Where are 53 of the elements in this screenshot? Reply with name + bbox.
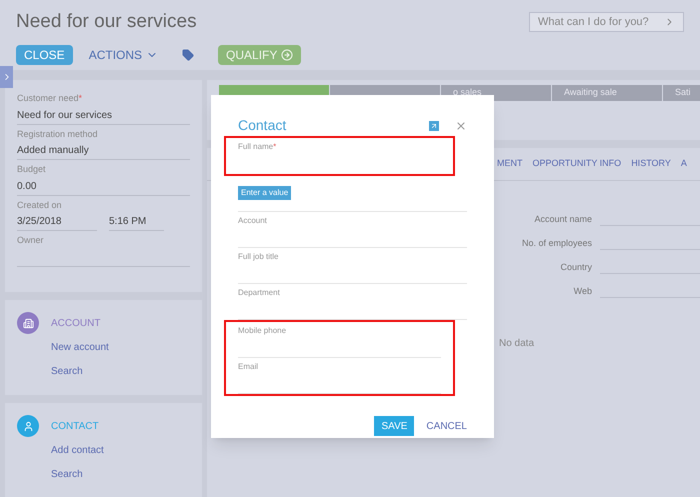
field-label: Customer need* [17, 92, 84, 105]
field-label: Full job title [238, 251, 280, 263]
field-label: Created on [17, 198, 63, 212]
stage-step[interactable]: Awaiting sale [552, 85, 662, 101]
input-field[interactable]: Account [238, 212, 467, 248]
field-value[interactable]: Added manually [17, 141, 190, 160]
field-value[interactable]: Need for our services [17, 106, 190, 124]
field-label: Country [559, 260, 592, 274]
tag-icon [182, 48, 194, 60]
actions-button[interactable]: ACTIONS [80, 44, 166, 64]
tab[interactable]: HISTORY [631, 157, 671, 171]
page-title: Need for our services [16, 10, 197, 34]
field-value[interactable]: 5:16 PM [109, 212, 164, 231]
tab[interactable]: OPPORTUNITY INFO [532, 157, 622, 171]
card-link[interactable]: Search [51, 467, 104, 482]
field-label: Full name* [238, 141, 278, 153]
qualify-button[interactable]: QUALIFY [218, 44, 302, 64]
field-label: Owner [17, 234, 45, 247]
search-field[interactable]: What can I do for you? [529, 12, 684, 32]
field-label: No. of employees [520, 236, 592, 250]
field-value[interactable]: 0.00 [17, 176, 190, 196]
field-label: Department [238, 287, 281, 299]
error-tooltip: Enter a value [238, 186, 292, 200]
input-field[interactable]: Mobile phone [238, 322, 441, 358]
open-icon[interactable] [429, 120, 439, 130]
close-icon[interactable] [455, 120, 467, 132]
empty-text: No data [499, 337, 536, 351]
card-link[interactable]: Add contact [51, 443, 104, 458]
card-title: ACCOUNT [51, 317, 102, 331]
card-link[interactable]: New account [51, 340, 109, 355]
field-label: Budget [17, 163, 47, 176]
input-field[interactable]: Full name* [238, 138, 441, 174]
cancel-button[interactable]: CANCEL [426, 418, 467, 434]
stage-step[interactable]: Sati [663, 85, 700, 101]
card-link[interactable]: Search [51, 364, 109, 379]
field-value[interactable]: 3/25/2018 [17, 212, 97, 231]
sidebar-toggle[interactable] [0, 66, 13, 88]
input-field[interactable]: Full job title [238, 248, 467, 284]
save-button[interactable]: SAVE [374, 416, 414, 436]
input-field[interactable]: Enter a value [238, 176, 467, 212]
input-field[interactable]: Department [238, 284, 467, 320]
close-button[interactable]: CLOSE [16, 44, 73, 64]
field-label: Account [238, 215, 268, 227]
tab[interactable]: A [680, 157, 687, 171]
field-label: Mobile phone [238, 325, 288, 337]
field-label: Registration method [17, 128, 99, 141]
input-field[interactable]: Email [238, 358, 441, 394]
field-label: Account name [533, 212, 592, 226]
tab[interactable]: MENT [497, 157, 522, 171]
field-label: Web [572, 284, 592, 298]
field-label: Email [238, 361, 260, 373]
card-title: CONTACT [51, 420, 100, 434]
dialog-title: Contact [238, 116, 286, 135]
